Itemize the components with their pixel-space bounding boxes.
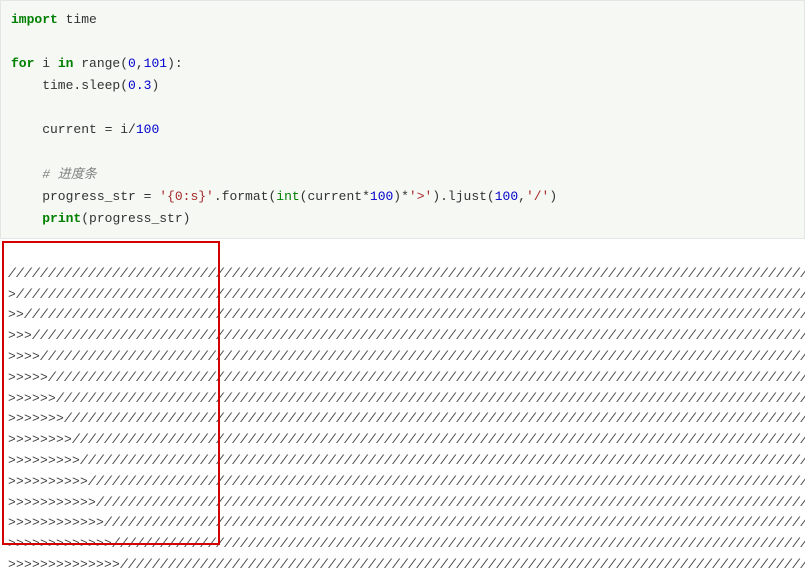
code-token [11,211,42,226]
code-token: i [34,56,57,71]
output-line: >>>>////////////////////////////////////… [8,347,797,368]
code-token: , [518,189,526,204]
code-token: time [58,12,97,27]
code-token: ).ljust( [432,189,494,204]
code-keyword-import: import [11,12,58,27]
code-token: )* [393,189,409,204]
code-token: ): [167,56,183,71]
code-token: , [136,56,144,71]
output-line: >>>>>>>>>>>>>///////////////////////////… [8,534,797,555]
code-comment: # 进度条 [11,167,97,182]
output-line: >///////////////////////////////////////… [8,285,797,306]
code-keyword-for: for [11,56,34,71]
code-block: import time for i in range(0,101): time.… [0,0,805,239]
code-number: 0.3 [128,78,151,93]
output-line: >>>>>>>>>///////////////////////////////… [8,451,797,472]
code-token: current = i [11,122,128,137]
code-token: progress_str = [11,189,159,204]
code-number: 100 [370,189,393,204]
code-number: 0 [128,56,136,71]
code-number: 100 [136,122,159,137]
code-string: '/' [526,189,549,204]
code-token: .format( [214,189,276,204]
code-string: '>' [409,189,432,204]
output-line: >>>/////////////////////////////////////… [8,326,797,347]
code-token: / [128,122,136,137]
code-builtin-int: int [276,189,299,204]
code-keyword-in: in [58,56,74,71]
output-line: >>>>>>>/////////////////////////////////… [8,409,797,430]
code-token: ) [151,78,159,93]
code-token: (current* [300,189,370,204]
code-token: range [73,56,120,71]
output-line: >>>>>>>>>>>>>>//////////////////////////… [8,555,797,576]
output-line: ////////////////////////////////////////… [8,264,797,285]
output-line: >>>>>>//////////////////////////////////… [8,389,797,410]
output-line: >>>>>>>>////////////////////////////////… [8,430,797,451]
code-token: (progress_str) [81,211,190,226]
code-number: 101 [144,56,167,71]
code-token: ) [549,189,557,204]
output-line: >>>>>>>>>>>/////////////////////////////… [8,493,797,514]
code-token: time.sleep( [11,78,128,93]
output-line: >>>>>>>>>>//////////////////////////////… [8,472,797,493]
code-string: '{0:s}' [159,189,214,204]
code-number: 100 [495,189,518,204]
output-line: >>>>>///////////////////////////////////… [8,368,797,389]
output-line: >>>>>>>>>>>>////////////////////////////… [8,513,797,534]
output-line: >>//////////////////////////////////////… [8,305,797,326]
code-token: ( [120,56,128,71]
code-builtin-print: print [42,211,81,226]
output-block: ////////////////////////////////////////… [0,239,805,584]
